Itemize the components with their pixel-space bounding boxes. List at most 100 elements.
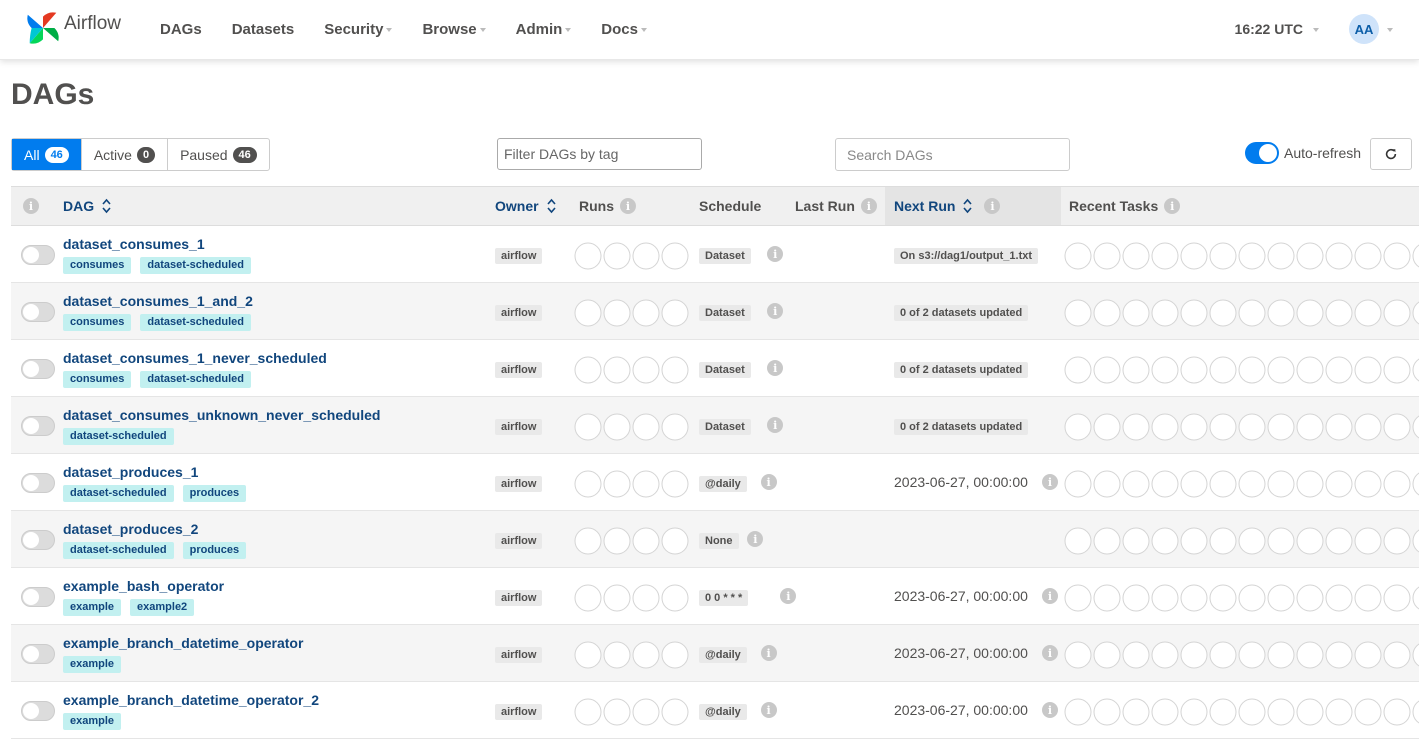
- owner-badge[interactable]: airflow: [495, 362, 543, 378]
- info-icon[interactable]: i: [767, 303, 784, 319]
- filter-all-button[interactable]: All 46: [12, 139, 82, 170]
- brand-link[interactable]: Airflow: [24, 8, 121, 48]
- info-icon[interactable]: i: [1042, 588, 1058, 604]
- status-circle[interactable]: [1354, 698, 1382, 726]
- dag-link[interactable]: example_branch_datetime_operator_2: [63, 692, 319, 708]
- status-circle[interactable]: [1383, 527, 1411, 555]
- pause-toggle[interactable]: [21, 701, 55, 721]
- status-circle[interactable]: [661, 584, 689, 612]
- status-circle[interactable]: [1209, 527, 1237, 555]
- info-icon[interactable]: i: [767, 246, 784, 262]
- status-circle[interactable]: [603, 641, 631, 669]
- status-circle[interactable]: [1064, 413, 1092, 441]
- tag-badge[interactable]: dataset-scheduled: [140, 257, 252, 274]
- status-circle[interactable]: [1354, 470, 1382, 498]
- status-circle[interactable]: [661, 299, 689, 327]
- status-circle[interactable]: [1354, 641, 1382, 669]
- status-circle[interactable]: [1325, 299, 1353, 327]
- status-circle[interactable]: [661, 413, 689, 441]
- status-circle[interactable]: [1238, 470, 1266, 498]
- info-icon[interactable]: i: [1042, 645, 1058, 661]
- status-circle[interactable]: [1383, 413, 1411, 441]
- status-circle[interactable]: [661, 641, 689, 669]
- status-circle[interactable]: [1209, 584, 1237, 612]
- pause-toggle[interactable]: [21, 644, 55, 664]
- tag-badge[interactable]: example: [63, 713, 122, 730]
- info-icon[interactable]: i: [747, 531, 764, 547]
- status-circle[interactable]: [574, 527, 602, 555]
- status-circle[interactable]: [574, 299, 602, 327]
- status-circle[interactable]: [1064, 698, 1092, 726]
- status-circle[interactable]: [1296, 584, 1324, 612]
- tag-badge[interactable]: dataset-scheduled: [140, 371, 252, 388]
- status-circle[interactable]: [1122, 470, 1150, 498]
- status-circle[interactable]: [1267, 299, 1295, 327]
- status-circle[interactable]: [1180, 527, 1208, 555]
- status-circle[interactable]: [1412, 357, 1419, 383]
- status-circle[interactable]: [1325, 584, 1353, 612]
- status-circle[interactable]: [1325, 413, 1353, 441]
- dag-link[interactable]: dataset_consumes_1: [63, 236, 205, 252]
- status-circle[interactable]: [1354, 527, 1382, 555]
- status-circle[interactable]: [1412, 300, 1419, 326]
- status-circle[interactable]: [574, 413, 602, 441]
- status-circle[interactable]: [1064, 356, 1092, 384]
- status-circle[interactable]: [1267, 470, 1295, 498]
- status-circle[interactable]: [1296, 356, 1324, 384]
- status-circle[interactable]: [661, 698, 689, 726]
- tag-badge[interactable]: dataset-scheduled: [63, 542, 174, 559]
- status-circle[interactable]: [1209, 470, 1237, 498]
- status-circle[interactable]: [1296, 641, 1324, 669]
- tag-filter-input[interactable]: [497, 138, 702, 170]
- dag-link[interactable]: dataset_consumes_1_and_2: [63, 293, 253, 309]
- status-circle[interactable]: [661, 356, 689, 384]
- status-circle[interactable]: [1064, 299, 1092, 327]
- status-circle[interactable]: [1383, 584, 1411, 612]
- pause-toggle[interactable]: [21, 416, 55, 436]
- pause-toggle[interactable]: [21, 473, 55, 493]
- status-circle[interactable]: [1354, 299, 1382, 327]
- status-circle[interactable]: [1064, 470, 1092, 498]
- status-circle[interactable]: [1354, 584, 1382, 612]
- auto-refresh-switch[interactable]: [1245, 142, 1279, 164]
- dag-link[interactable]: dataset_consumes_unknown_never_scheduled: [63, 407, 380, 423]
- status-circle[interactable]: [1151, 698, 1179, 726]
- status-circle[interactable]: [1354, 413, 1382, 441]
- status-circle[interactable]: [1209, 641, 1237, 669]
- status-circle[interactable]: [1180, 641, 1208, 669]
- status-circle[interactable]: [1209, 242, 1237, 270]
- status-circle[interactable]: [1064, 641, 1092, 669]
- status-circle[interactable]: [1383, 299, 1411, 327]
- status-circle[interactable]: [1209, 299, 1237, 327]
- status-circle[interactable]: [1151, 470, 1179, 498]
- status-circle[interactable]: [1122, 527, 1150, 555]
- owner-badge[interactable]: airflow: [495, 419, 543, 435]
- nav-item-browse[interactable]: Browse: [422, 21, 486, 38]
- status-circle[interactable]: [1238, 413, 1266, 441]
- status-circle[interactable]: [1180, 242, 1208, 270]
- status-circle[interactable]: [1267, 413, 1295, 441]
- status-circle[interactable]: [632, 527, 660, 555]
- status-circle[interactable]: [603, 470, 631, 498]
- status-circle[interactable]: [1180, 299, 1208, 327]
- tag-badge[interactable]: dataset-scheduled: [140, 314, 252, 331]
- status-circle[interactable]: [1093, 299, 1121, 327]
- status-circle[interactable]: [574, 356, 602, 384]
- status-circle[interactable]: [1238, 698, 1266, 726]
- status-circle[interactable]: [1296, 698, 1324, 726]
- status-circle[interactable]: [632, 356, 660, 384]
- owner-badge[interactable]: airflow: [495, 704, 543, 720]
- status-circle[interactable]: [1325, 470, 1353, 498]
- owner-badge[interactable]: airflow: [495, 305, 543, 321]
- dag-link[interactable]: dataset_produces_1: [63, 464, 198, 480]
- owner-badge[interactable]: airflow: [495, 533, 543, 549]
- status-circle[interactable]: [1412, 414, 1419, 440]
- info-icon[interactable]: i: [767, 360, 784, 376]
- status-circle[interactable]: [1267, 641, 1295, 669]
- nav-item-security[interactable]: Security: [324, 21, 393, 38]
- status-circle[interactable]: [1325, 242, 1353, 270]
- status-circle[interactable]: [1180, 356, 1208, 384]
- status-circle[interactable]: [1383, 641, 1411, 669]
- status-circle[interactable]: [1238, 242, 1266, 270]
- tag-badge[interactable]: consumes: [63, 314, 132, 331]
